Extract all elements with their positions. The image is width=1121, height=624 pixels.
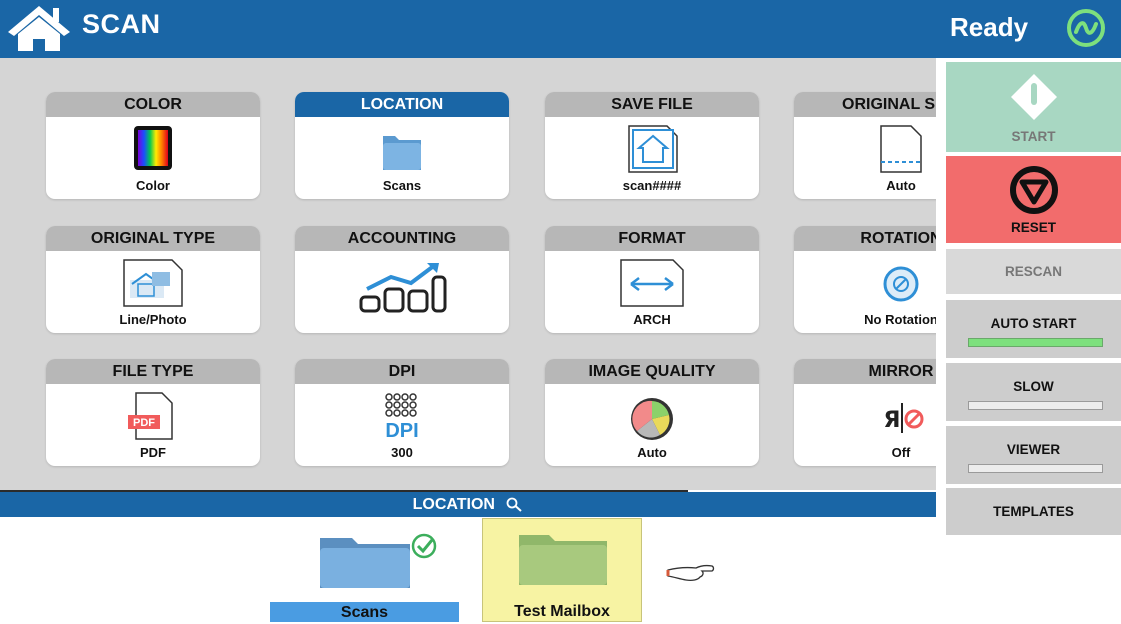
viewer-indicator xyxy=(968,464,1103,473)
auto-start-indicator xyxy=(968,338,1103,347)
tile-mirror[interactable]: MIRROR Я Off xyxy=(794,359,936,466)
home-icon[interactable] xyxy=(6,4,72,52)
tile-header: FORMAT xyxy=(545,226,759,251)
location-panel-title: LOCATION xyxy=(412,496,495,513)
auto-start-button[interactable]: AUTO START xyxy=(946,300,1121,358)
tile-format[interactable]: FORMAT ARCH xyxy=(545,226,759,333)
reset-label: RESET xyxy=(1010,220,1056,235)
tile-dpi[interactable]: DPI DPI 300 xyxy=(295,359,509,466)
tile-image-quality[interactable]: IMAGE QUALITY Auto xyxy=(545,359,759,466)
scans-folder-label[interactable]: Scans xyxy=(270,602,459,622)
tile-value: scan#### xyxy=(622,178,682,193)
ready-status-icon xyxy=(1067,9,1105,47)
tile-value: 300 xyxy=(391,445,413,460)
tile-value: Line/Photo xyxy=(119,312,187,327)
tile-header: DPI xyxy=(295,359,509,384)
tile-value: ARCH xyxy=(633,312,671,327)
tile-value: No Rotation xyxy=(864,312,936,327)
svg-text:PDF: PDF xyxy=(133,417,155,429)
app-title: SCAN xyxy=(82,9,161,39)
tile-original-type[interactable]: ORIGINAL TYPE Line/Photo xyxy=(46,226,260,333)
slow-button[interactable]: SLOW xyxy=(946,363,1121,421)
tile-file-type[interactable]: FILE TYPE PDF PDF xyxy=(46,359,260,466)
accounting-chart-icon xyxy=(359,263,447,313)
tile-header: ACCOUNTING xyxy=(295,226,509,251)
viewer-label: VIEWER xyxy=(1006,442,1061,457)
rotation-icon xyxy=(883,266,919,302)
start-button[interactable]: START xyxy=(946,62,1121,152)
mirror-off-icon: Я xyxy=(884,403,924,433)
test-mailbox-folder[interactable]: Test Mailbox xyxy=(482,518,642,622)
tile-header: LOCATION xyxy=(295,92,509,117)
slow-indicator xyxy=(968,401,1103,410)
tile-header: MIRROR xyxy=(794,359,936,384)
pointing-hand-icon xyxy=(666,564,715,582)
original-size-icon xyxy=(880,125,922,173)
tile-value: PDF xyxy=(140,445,166,460)
top-bar: SCAN Ready xyxy=(0,0,1121,58)
tile-rotation[interactable]: ROTATION No Rotation xyxy=(794,226,936,333)
tile-value: Color xyxy=(136,178,170,193)
side-panel: START RESET RESCAN AUTO START SLOW VIEWE… xyxy=(936,58,1121,548)
tile-value: Auto xyxy=(637,445,667,460)
color-spectrum-icon xyxy=(134,126,172,170)
rescan-button[interactable]: RESCAN xyxy=(946,249,1121,294)
tile-color[interactable]: COLOR Color xyxy=(46,92,260,199)
tile-location[interactable]: LOCATION Scans xyxy=(295,92,509,199)
svg-text:DPI: DPI xyxy=(385,420,418,442)
search-icon[interactable] xyxy=(505,497,523,513)
mailbox-folder-icon xyxy=(519,535,607,585)
auto-start-label: AUTO START xyxy=(990,316,1077,331)
tile-header: ROTATION xyxy=(794,226,936,251)
line-photo-icon xyxy=(123,259,183,307)
tile-header: FILE TYPE xyxy=(46,359,260,384)
svg-text:Я: Я xyxy=(884,408,901,433)
tile-header: COLOR xyxy=(46,92,260,117)
reset-button[interactable]: RESET xyxy=(946,156,1121,243)
reset-stop-icon xyxy=(1009,166,1058,214)
format-arrows-icon xyxy=(620,259,684,307)
tile-value: Off xyxy=(891,445,911,460)
pdf-file-icon: PDF xyxy=(128,392,173,440)
tile-save-file[interactable]: SAVE FILE scan#### xyxy=(545,92,759,199)
slow-label: SLOW xyxy=(1013,379,1054,394)
scans-folder-icon[interactable] xyxy=(318,530,442,602)
tile-header: SAVE FILE xyxy=(545,92,759,117)
location-panel-header: LOCATION xyxy=(0,492,936,517)
status-text: Ready xyxy=(950,12,1029,42)
image-quality-pie-icon xyxy=(631,398,673,440)
tile-accounting[interactable]: ACCOUNTING xyxy=(295,226,509,333)
start-power-icon xyxy=(1010,74,1057,120)
save-file-house-icon xyxy=(628,125,678,173)
tile-original-size[interactable]: ORIGINAL SIZE Auto xyxy=(794,92,936,199)
settings-grid: COLOR Color LOCATION Scans SAVE FILE sca… xyxy=(0,58,936,490)
tile-value: Scans xyxy=(382,178,422,193)
tile-header: ORIGINAL SIZE xyxy=(794,92,936,117)
templates-button[interactable]: TEMPLATES xyxy=(946,488,1121,535)
tile-header: ORIGINAL TYPE xyxy=(46,226,260,251)
test-mailbox-label: Test Mailbox xyxy=(514,603,610,620)
viewer-button[interactable]: VIEWER xyxy=(946,426,1121,484)
dpi-icon: DPI xyxy=(385,393,419,442)
start-label: START xyxy=(1011,129,1056,144)
tile-header: IMAGE QUALITY xyxy=(545,359,759,384)
folder-icon xyxy=(383,136,421,170)
tile-value: Auto xyxy=(886,178,916,193)
